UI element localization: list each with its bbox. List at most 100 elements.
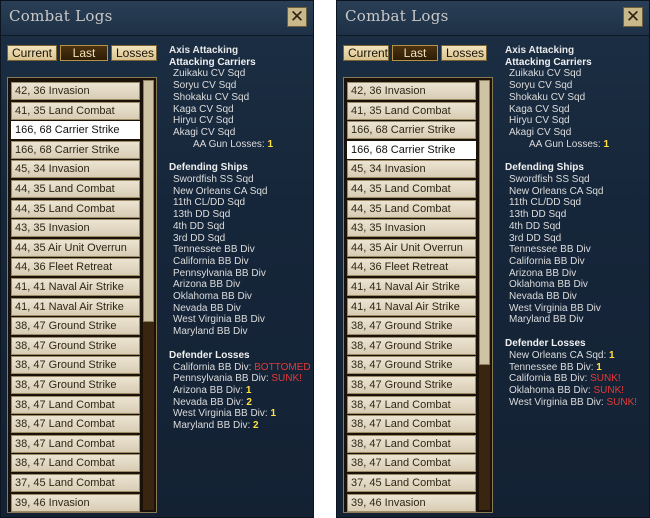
defending-unit: West Virginia BB Div (509, 302, 601, 314)
defending-unit: 11th CL/DD Sqd (509, 197, 582, 209)
list-item[interactable]: 38, 47 Ground Strike (347, 376, 476, 394)
close-icon[interactable]: ✕ (287, 7, 307, 27)
loss-line: Tennessee BB Div: 1 (505, 362, 649, 374)
aa-gun-losses: AA Gun Losses: 1 (169, 139, 313, 151)
defending-unit: 3rd DD Sqd (173, 232, 226, 244)
list-item[interactable]: 38, 47 Land Combat (11, 454, 140, 473)
losses-header: Defender Losses (169, 349, 250, 361)
list-item[interactable]: 41, 41 Naval Air Strike (347, 297, 476, 316)
scrollbar-thumb[interactable] (143, 80, 154, 322)
list-item[interactable]: 44, 35 Land Combat (347, 180, 476, 198)
loss-line: California BB Div: BOTTOMED (169, 362, 313, 374)
tab-bar: Current Last Losses (343, 45, 487, 61)
loss-unit: California BB Div: (173, 361, 252, 373)
scrollbar-thumb[interactable] (479, 80, 490, 365)
list-item[interactable]: 41, 41 Naval Air Strike (347, 278, 476, 296)
loss-line: California BB Div: SUNK! (505, 373, 649, 385)
close-icon[interactable]: ✕ (623, 7, 643, 27)
list-item[interactable]: 37, 45 Land Combat (347, 474, 476, 492)
loss-unit: California BB Div: (509, 373, 588, 385)
list-item[interactable]: 38, 47 Ground Strike (11, 356, 140, 375)
attacking-unit: Hiryu CV Sqd (173, 115, 234, 127)
list-item[interactable]: 166, 68 Carrier Strike (11, 121, 140, 140)
list-item[interactable]: 166, 68 Carrier Strike (347, 140, 476, 159)
defending-unit: Arizona BB Div (173, 279, 241, 291)
list-item[interactable]: 45, 34 Invasion (347, 160, 476, 179)
list-item[interactable]: 41, 35 Land Combat (11, 101, 140, 120)
tab-last[interactable]: Last (392, 45, 438, 61)
list-item[interactable]: 166, 68 Carrier Strike (347, 121, 476, 140)
list-item[interactable]: 44, 36 Fleet Retreat (11, 258, 140, 277)
list-item[interactable]: 44, 35 Land Combat (11, 180, 140, 198)
list-item[interactable]: 38, 47 Land Combat (11, 434, 140, 453)
list-item[interactable]: 38, 47 Ground Strike (11, 317, 140, 336)
list-item[interactable]: 38, 47 Land Combat (11, 395, 140, 414)
title-bar: Combat Logs ✕ (337, 1, 649, 36)
list-item[interactable]: 39, 46 Invasion (347, 493, 476, 512)
list-item[interactable]: 37, 45 Land Combat (11, 474, 140, 492)
combat-log-list[interactable]: 42, 36 Invasion 41, 35 Land Combat 166, 68… (343, 77, 493, 513)
loss-value: BOTTOMED (254, 361, 311, 373)
list-item[interactable]: 41, 41 Naval Air Strike (11, 297, 140, 316)
attacking-unit: Kaga CV Sqd (173, 103, 234, 115)
list-item[interactable]: 38, 47 Land Combat (347, 434, 476, 453)
tab-losses[interactable]: Losses (111, 45, 157, 61)
defending-unit: Tennessee BB Div (509, 244, 591, 256)
defending-unit: Oklahoma BB Div (509, 279, 588, 291)
tab-last[interactable]: Last (60, 45, 108, 61)
tab-current[interactable]: Current (7, 45, 57, 61)
list-item[interactable]: 44, 36 Fleet Retreat (347, 258, 476, 277)
list-item[interactable]: 42, 36 Invasion (11, 82, 140, 100)
list-item[interactable]: 44, 35 Land Combat (347, 199, 476, 218)
loss-unit: Tennessee BB Div: (509, 361, 594, 373)
list-item[interactable]: 38, 47 Ground Strike (347, 317, 476, 336)
list-item[interactable]: 42, 36 Invasion (347, 82, 476, 100)
loss-line: West Virginia BB Div: 1 (169, 408, 313, 420)
list-item[interactable]: 45, 34 Invasion (11, 160, 140, 179)
list-item[interactable]: 38, 47 Land Combat (347, 415, 476, 434)
list-item[interactable]: 38, 47 Land Combat (347, 395, 476, 414)
loss-value: 1 (270, 408, 277, 420)
loss-line: New Orleans CA Sqd: 1 (505, 350, 649, 362)
list-item[interactable]: 38, 47 Land Combat (347, 454, 476, 473)
list-item[interactable]: 39, 46 Invasion (11, 493, 140, 512)
loss-value: SUNK! (593, 384, 625, 396)
loss-value: 2 (246, 396, 252, 408)
list-item[interactable]: 166, 68 Carrier Strike (11, 140, 140, 159)
combat-log-list[interactable]: 42, 36 Invasion 41, 35 Land Combat 166, 68… (7, 77, 157, 513)
tab-losses[interactable]: Losses (441, 45, 487, 61)
defending-unit: New Orleans CA Sqd (509, 185, 604, 197)
list-item[interactable]: 44, 35 Air Unit Overrun (347, 238, 476, 257)
list-item[interactable]: 38, 47 Ground Strike (11, 336, 140, 355)
attacking-unit: Zuikaku CV Sqd (509, 68, 582, 80)
list-item[interactable]: 43, 35 Invasion (11, 219, 140, 238)
defending-unit: Swordfish SS Sqd (509, 174, 590, 186)
list-item[interactable]: 44, 35 Land Combat (11, 199, 140, 218)
list-item[interactable]: 38, 47 Ground Strike (11, 376, 140, 394)
list-item[interactable]: 43, 35 Invasion (347, 219, 476, 238)
list-item[interactable]: 44, 35 Air Unit Overrun (11, 238, 140, 257)
window-title: Combat Logs (345, 7, 449, 25)
loss-unit: West Virginia BB Div: (509, 396, 604, 408)
loss-value: 1 (245, 384, 252, 396)
defending-unit: New Orleans CA Sqd (173, 185, 268, 197)
loss-unit: Pennsylvania BB Div: (173, 373, 269, 385)
list-item[interactable]: 41, 35 Land Combat (347, 101, 476, 120)
list-item[interactable]: 38, 47 Ground Strike (347, 336, 476, 355)
defending-unit: 13th DD Sqd (509, 209, 567, 221)
tab-current[interactable]: Current (343, 45, 389, 61)
attacking-header: Attacking Carriers (505, 56, 592, 68)
list-item[interactable]: 38, 47 Ground Strike (347, 356, 476, 375)
combat-details: Axis Attacking Attacking Carriers Zuikaku … (169, 45, 313, 432)
list-item[interactable]: 41, 41 Naval Air Strike (11, 278, 140, 296)
attacking-unit: Akagi CV Sqd (509, 126, 572, 138)
attacking-unit: Shokaku CV Sqd (509, 91, 586, 103)
defending-unit: Swordfish SS Sqd (173, 174, 254, 186)
title-bar: Combat Logs ✕ (1, 1, 313, 36)
combat-logs-panel-1: Combat Logs ✕ Current Last Losses 42, 36… (0, 0, 314, 518)
list-item[interactable]: 38, 47 Land Combat (11, 415, 140, 434)
aa-value: 1 (603, 138, 610, 150)
